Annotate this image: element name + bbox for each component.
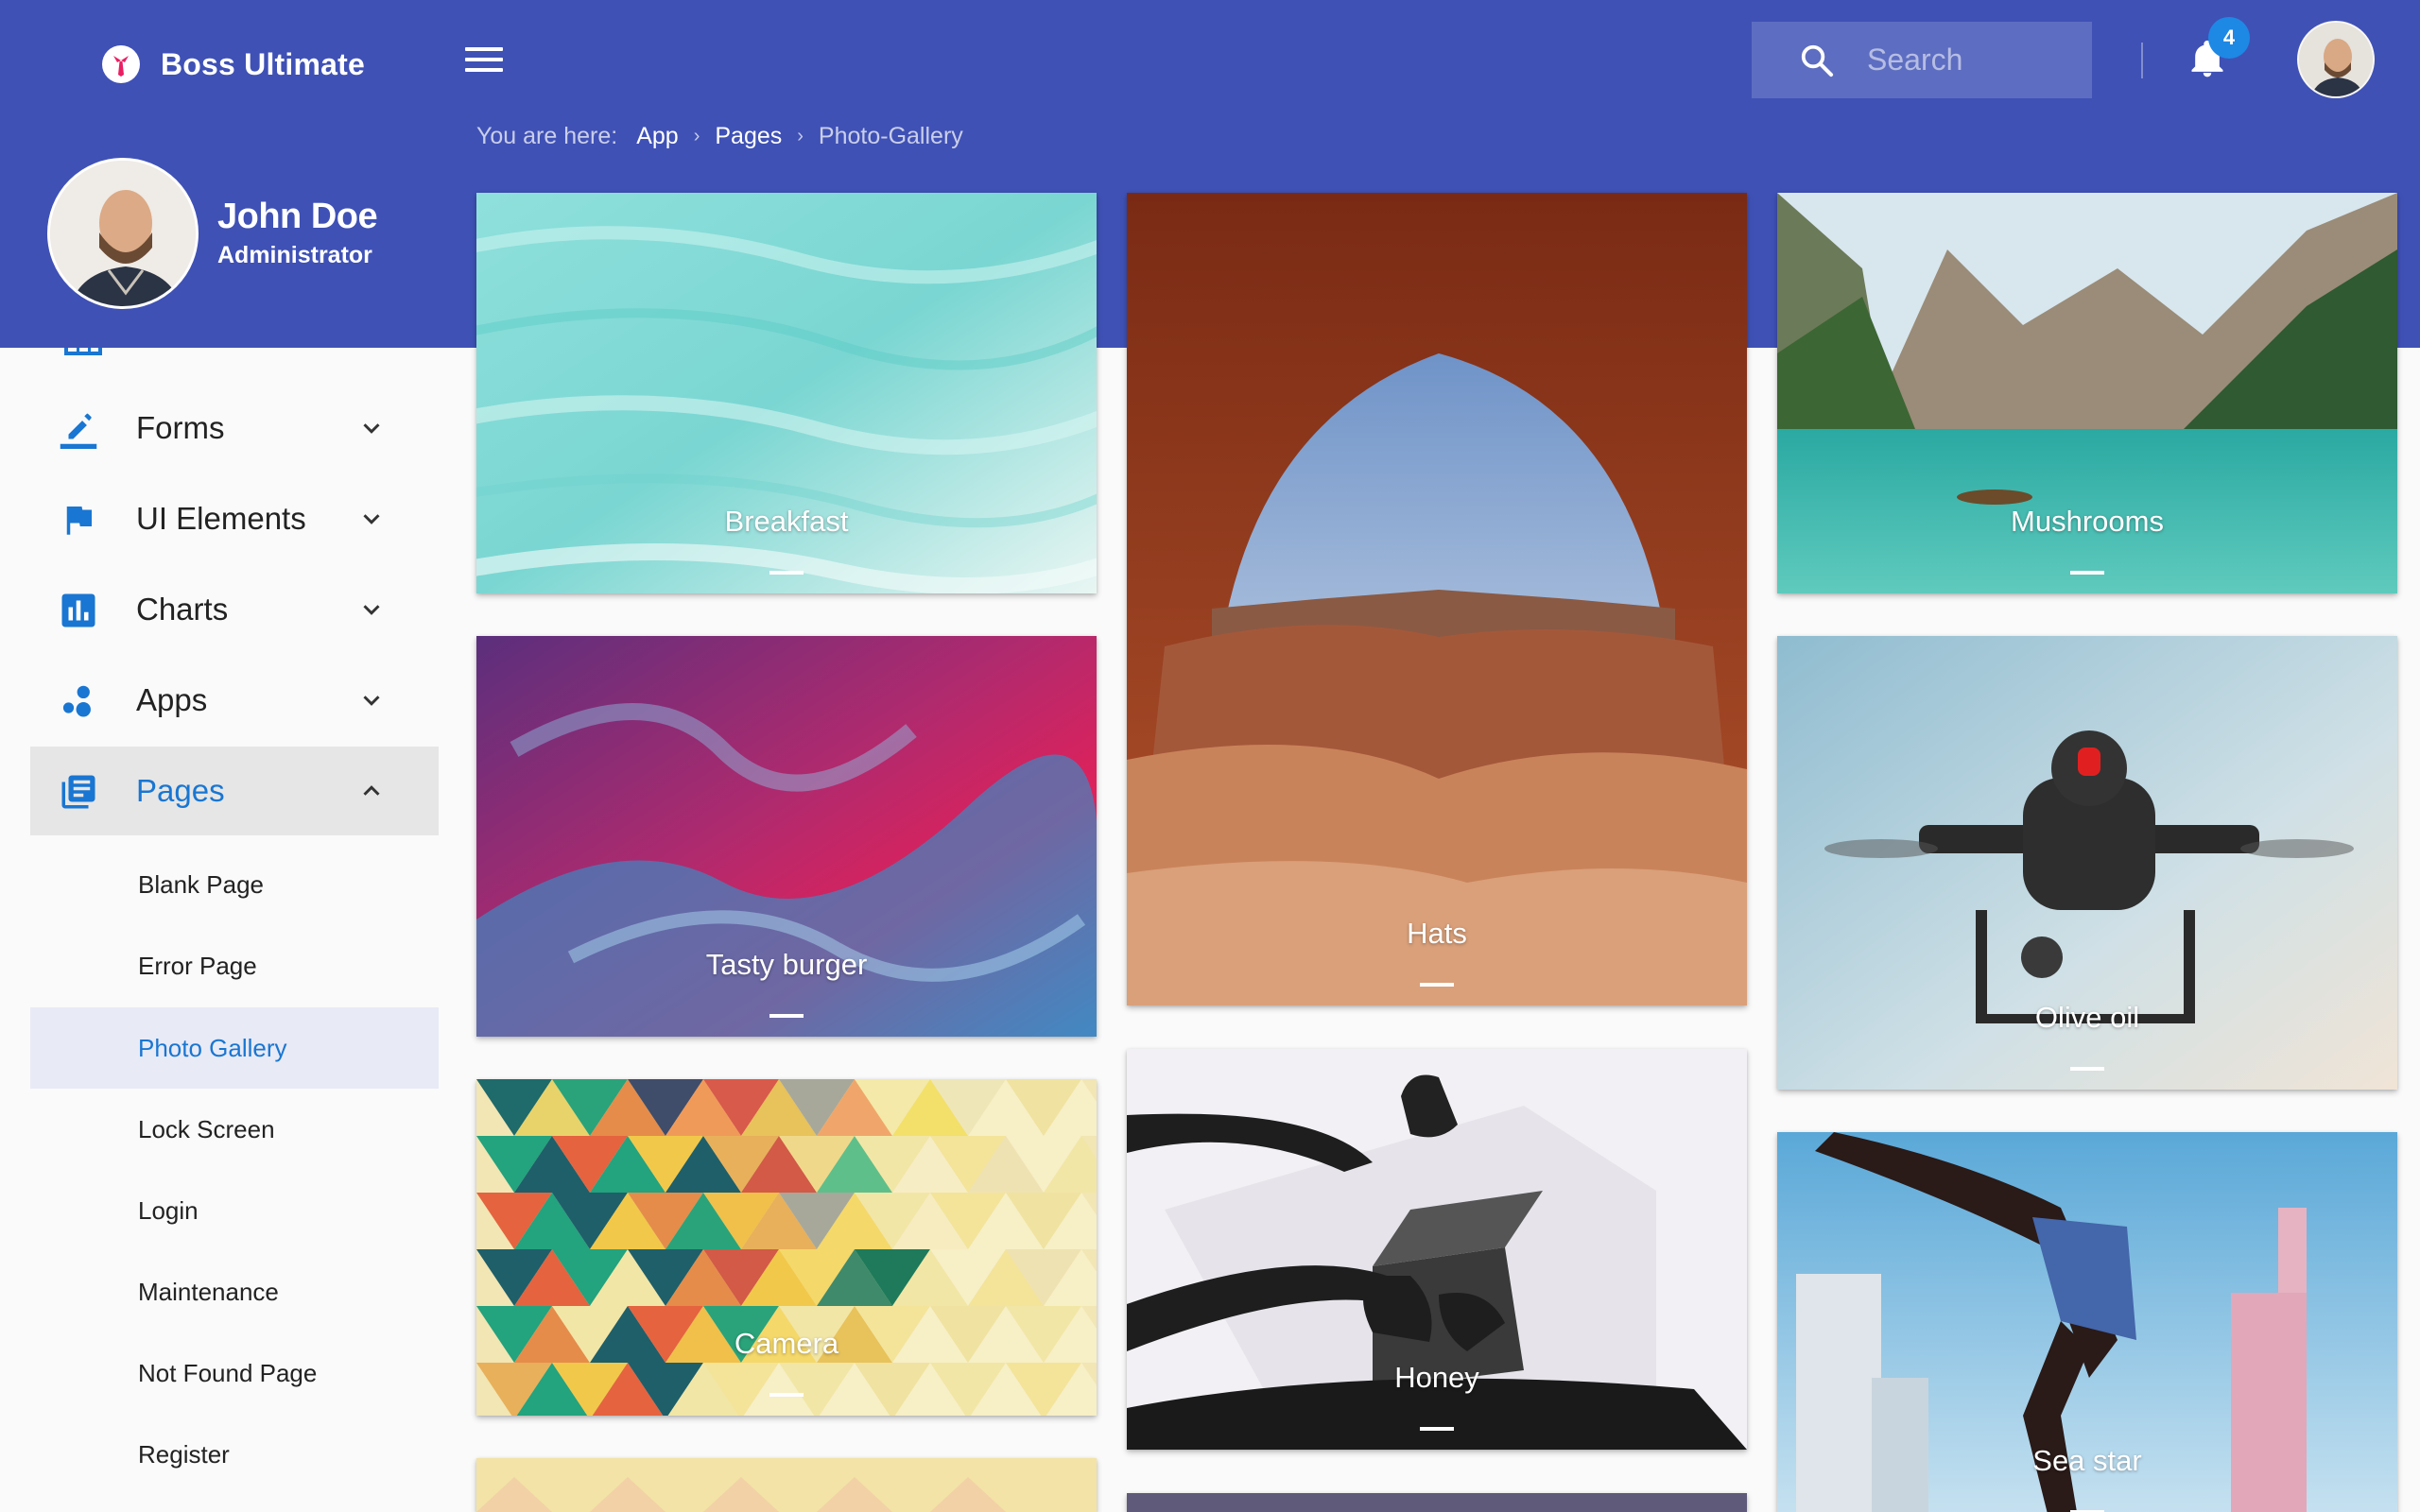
sidebar-subitem-label: Photo Gallery [138, 1033, 287, 1062]
sidebar-subitem-maintenance[interactable]: Maintenance [30, 1251, 439, 1332]
gallery-card-breakfast[interactable]: Breakfast [476, 193, 1097, 593]
brand[interactable]: Boss Ultimate [102, 43, 365, 85]
sidebar-item-charts[interactable]: Charts [30, 565, 439, 654]
gallery-photo [1127, 193, 1747, 1005]
sidebar-subitem-register[interactable]: Register [30, 1414, 439, 1495]
sidebar-subitem-not-found-page[interactable]: Not Found Page [30, 1332, 439, 1414]
search-icon [1801, 44, 1834, 77]
gallery-card-bar [1420, 1427, 1454, 1431]
sidebar-subitem-label: Login [138, 1195, 199, 1225]
pencil-icon [60, 413, 97, 449]
search-input[interactable] [1867, 43, 2056, 77]
gallery-card-title: Olive oil [2034, 1001, 2140, 1034]
sidebar-item-pages[interactable]: Pages [30, 747, 439, 835]
gallery-photo [476, 1079, 1097, 1416]
sidebar: Forms UI Elements Charts Apps Pages Blan… [30, 348, 439, 1512]
sidebar-subitem-error-page[interactable]: Error Page [30, 925, 439, 1006]
sidebar-item-apps[interactable]: Apps [30, 656, 439, 745]
sidebar-subitem-label: Blank Page [138, 869, 264, 899]
chevron-up-icon [363, 785, 380, 796]
sidebar-item-ui-elements[interactable]: UI Elements [30, 474, 439, 563]
profile-name: John Doe [217, 197, 378, 236]
sidebar-subitem-label: Lock Screen [138, 1114, 275, 1143]
sidebar-subitem-label: Maintenance [138, 1277, 279, 1306]
profile-avatar[interactable] [47, 158, 199, 309]
library-books-icon [61, 775, 95, 809]
gallery-card-mushrooms[interactable]: Mushrooms [1777, 193, 2397, 593]
gallery-card-partial[interactable] [476, 1458, 1097, 1512]
gallery-card-honey[interactable]: Honey [1127, 1049, 1747, 1450]
gallery-card-title: Hats [1407, 917, 1467, 950]
flag-icon [66, 507, 92, 535]
gallery-card-bar [769, 571, 804, 575]
gallery-card-bar [769, 1393, 804, 1397]
gallery-card-title: Honey [1394, 1361, 1479, 1394]
breadcrumb-separator-icon: › [797, 126, 804, 146]
brand-name: Boss Ultimate [161, 46, 365, 81]
gallery-card-partial[interactable] [1127, 1493, 1747, 1512]
chevron-down-icon [363, 696, 380, 706]
gallery-card-hats[interactable]: Hats [1127, 193, 1747, 1005]
breadcrumb-separator-icon: › [693, 126, 700, 146]
bar-chart-icon [61, 593, 95, 627]
chevron-down-icon [363, 514, 380, 524]
bubbles-icon [62, 685, 91, 717]
gallery-card-bar [2070, 1067, 2104, 1071]
sidebar-item-label: Forms [136, 410, 225, 445]
sidebar-subitem-login[interactable]: Login [30, 1170, 439, 1251]
breadcrumb-link-pages[interactable]: Pages [715, 123, 782, 150]
search-box[interactable] [1752, 22, 2092, 98]
gallery-card-bar [769, 1014, 804, 1018]
user-avatar[interactable] [2297, 21, 2375, 98]
notification-badge: 4 [2208, 17, 2250, 59]
gallery-card-title: Mushrooms [2011, 505, 2164, 538]
gallery-card-bar [1420, 983, 1454, 987]
sidebar-subitem-label: Register [138, 1439, 230, 1469]
chevron-down-icon [363, 423, 380, 434]
brand-logo-icon [102, 45, 140, 83]
sidebar-item-label: Pages [136, 773, 225, 808]
sidebar-item-label: UI Elements [136, 501, 306, 536]
gallery-card-title: Breakfast [724, 505, 849, 538]
gallery-card-title: Camera [734, 1327, 839, 1360]
header-divider [2141, 43, 2143, 78]
dashboard-icon [64, 348, 102, 355]
gallery-photo [476, 1458, 1097, 1512]
gallery-card-camera[interactable]: Camera [476, 1079, 1097, 1416]
profile-role: Administrator [217, 242, 372, 268]
gallery-photo [1127, 1493, 1747, 1512]
sidebar-item-label: Charts [136, 592, 229, 627]
sidebar-item-label: Apps [136, 682, 208, 717]
breadcrumb-link-app[interactable]: App [636, 123, 678, 150]
gallery-card-title: Sea star [2032, 1444, 2142, 1477]
gallery-card-olive-oil[interactable]: Olive oil [1777, 636, 2397, 1090]
menu-toggle-button[interactable] [465, 47, 503, 76]
gallery-card-title: Tasty burger [705, 948, 868, 981]
sidebar-subitem-photo-gallery[interactable]: Photo Gallery [30, 1007, 439, 1089]
sidebar-subitem-label: Error Page [138, 951, 257, 980]
gallery-card-bar [2070, 571, 2104, 575]
sidebar-subitem-lock-screen[interactable]: Lock Screen [30, 1089, 439, 1170]
breadcrumb: You are here: App › Pages › Photo-Galler… [476, 123, 963, 150]
sidebar-item-forms[interactable]: Forms [30, 384, 439, 472]
gallery-card-tasty-burger[interactable]: Tasty burger [476, 636, 1097, 1037]
chevron-down-icon [363, 605, 380, 615]
breadcrumb-current: Photo-Gallery [818, 123, 963, 149]
gallery-card-sea-star[interactable]: Sea star [1777, 1132, 2397, 1512]
sidebar-subitem-label: Not Found Page [138, 1358, 318, 1387]
breadcrumb-prefix: You are here: [476, 123, 618, 149]
sidebar-subitem-blank-page[interactable]: Blank Page [30, 844, 439, 925]
